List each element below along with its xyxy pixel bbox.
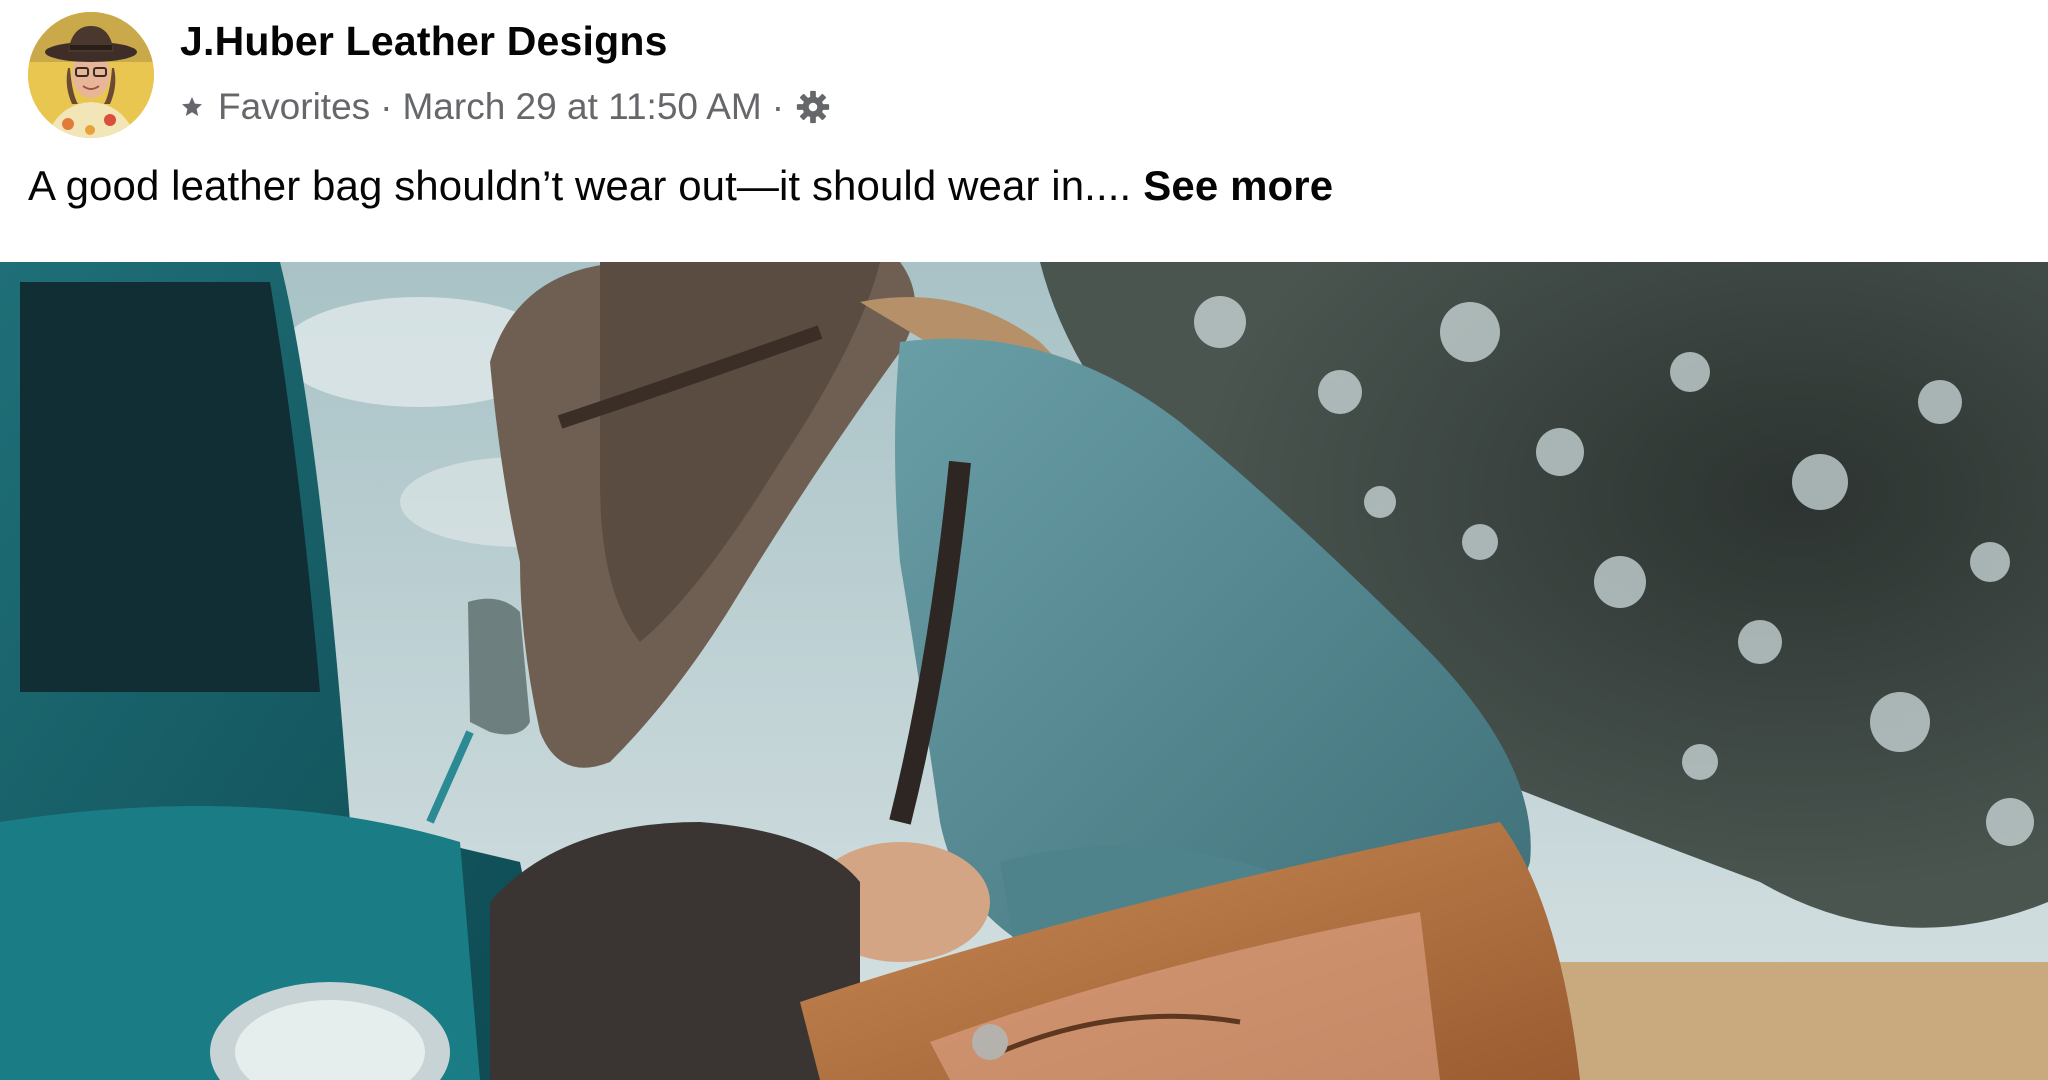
caption-text: A good leather bag shouldn’t wear out—it…: [28, 162, 1132, 209]
see-more-link[interactable]: See more: [1143, 162, 1333, 209]
post-photo-image: [0, 262, 2048, 1080]
gear-icon[interactable]: [794, 88, 832, 126]
meta-separator: ·: [771, 86, 785, 127]
post-photo[interactable]: [0, 262, 2048, 1080]
page-name-link[interactable]: J.Huber Leather Designs: [180, 18, 668, 65]
post-timestamp[interactable]: March 29 at 11:50 AM: [402, 86, 761, 128]
post-caption: A good leather bag shouldn’t wear out—it…: [28, 162, 1333, 210]
post-header: J.Huber Leather Designs Favorites · Marc…: [0, 0, 2048, 262]
avatar-image: [28, 12, 154, 138]
post-meta: Favorites · March 29 at 11:50 AM ·: [180, 82, 832, 132]
meta-separator: ·: [380, 86, 393, 127]
audience-label[interactable]: Favorites: [218, 86, 370, 128]
page-avatar[interactable]: [28, 12, 154, 138]
star-icon: [182, 97, 202, 116]
